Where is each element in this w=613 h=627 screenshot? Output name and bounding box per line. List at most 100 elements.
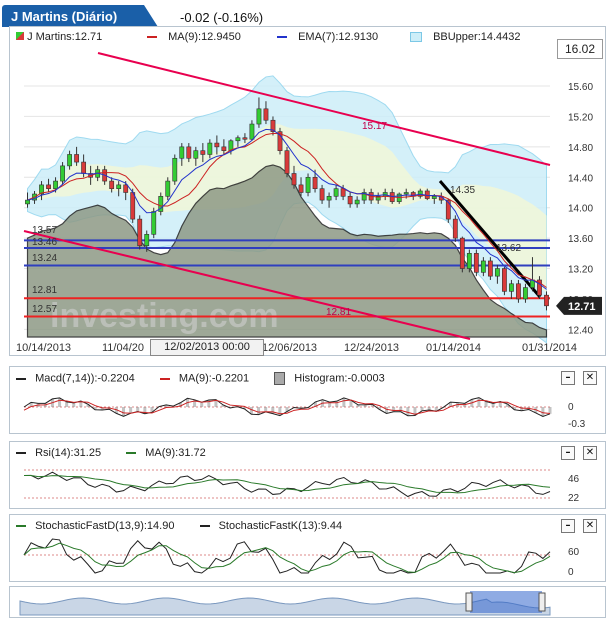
current-value-text: 16.02 [564,42,596,56]
x-tick-label: 01/14/2014 [426,342,481,354]
candle-body [172,157,178,182]
y-tick-label: 14.40 [568,173,593,184]
candle-body [459,237,465,269]
macd-panel[interactable]: Macd(7,14)):-0.2204 MA(9):-0.2201 Histog… [9,366,606,434]
y-tick-label: 15.60 [568,82,593,93]
candle-body [333,188,339,197]
instrument-title: J Martins (Diário) [11,9,118,24]
y-tick-label: 12.40 [568,325,593,336]
y-tick-label: 14.80 [568,143,593,154]
candle-body [179,146,185,159]
instrument-tab[interactable]: J Martins (Diário) [2,5,158,27]
candle-body [319,188,325,201]
legend-ema: EMA(7):12.9130 [277,31,378,43]
y-tick-label: 0 [568,567,574,578]
candle-body [200,150,206,155]
legend-bb-text: BBUpper:14.4432 [433,31,521,43]
annotation-label: 15.17 [362,121,387,132]
candle-body [487,260,493,277]
candle-body [130,192,136,220]
annotation-label: 13.24 [32,253,57,264]
y-tick-label: 14.00 [568,204,593,215]
annotation-label: 13.62 [496,243,521,254]
candle-body [123,184,129,193]
candle-body [347,195,353,205]
main-chart-panel[interactable]: 15.6015.2014.8014.4014.0013.6013.2012.80… [9,26,606,356]
candle-body [312,176,318,189]
candle-body [523,287,528,300]
candle-body [354,199,360,205]
price-change: -0.02 (-0.16%) [180,10,264,25]
current-value-box: 16.02 [557,39,603,59]
navigator-panel[interactable] [9,586,606,618]
rsi-panel[interactable]: Rsi(14):31.25 MA(9):31.72 – ✕ 46 22 [9,441,606,509]
candle-body [137,218,143,247]
candle-body [263,108,269,121]
stoch-d-line [23,542,551,574]
y-tick-label: -0.3 [568,419,586,430]
legend-ema-text: EMA(7):12.9130 [298,31,379,43]
candle-body [109,180,115,189]
legend-price: J Martins:12.71 [16,31,102,43]
candle-body [235,137,241,142]
candle-body [81,161,87,174]
bb-swatch-icon [410,32,422,43]
candle-body [74,154,80,163]
candle-body [151,211,157,235]
price-chart[interactable]: 15.6015.2014.8014.4014.0013.6013.2012.80… [10,27,605,355]
candle-body [431,195,437,199]
candle-body [221,146,227,151]
candle-body [256,108,262,125]
candle-body [480,260,486,273]
candle-body [466,253,472,269]
candle-body [214,142,220,148]
candle-body [502,268,507,292]
candle-body [326,195,332,201]
legend-price-text: J Martins:12.71 [27,31,103,43]
y-tick-label: 13.60 [568,234,593,245]
annotation-label: 14.35 [450,185,475,196]
candle-body [298,184,304,193]
candle-body [403,192,409,195]
price-swatch-icon [16,32,24,40]
ma-swatch-icon [147,36,157,39]
navigator-left-handle [465,592,473,612]
candle-body [305,176,311,193]
x-tick-label: 01/31/2014 [522,342,577,354]
y-tick-label: 0 [568,402,574,413]
candle-body [494,268,500,277]
stoch-k-line [23,538,551,574]
navigator-chart[interactable] [10,587,605,617]
x-tick-label: 10/14/2013 [16,342,71,354]
stochastic-chart: 60 0 [23,538,580,578]
crosshair-date-text: 12/02/2013 00:00 [164,341,250,353]
tab-corner-icon [144,5,158,27]
last-price-label: 12.71 [568,301,596,313]
candle-body [46,184,51,189]
candle-body [25,199,30,205]
rsi-chart: 46 22 [23,469,580,504]
y-tick-label: 15.20 [568,112,593,123]
stochastic-panel[interactable]: StochasticFastD(13,9):14.90 StochasticFa… [9,514,606,582]
candle-body [452,218,458,239]
annotation-label: 12.57 [32,304,57,315]
rsi-line [23,471,551,498]
candle-body [544,294,549,307]
candle-body [186,146,192,159]
annotation-label: 13.46 [32,237,57,248]
annotation-label: 12.81 [326,307,351,318]
annotation-label: 12.81 [32,285,57,296]
candle-body [60,165,65,182]
legend-bb: BBUpper:14.4432 [410,31,521,43]
candle-body [249,123,255,140]
candle-body [165,180,171,197]
annotation-label: 13.57 [32,225,57,236]
candle-body [207,142,213,155]
legend-ma-text: MA(9):12.9450 [168,31,241,43]
macd-chart: 0 -0.3 [23,397,586,430]
candle-body [193,150,199,159]
navigator-selection [470,591,542,613]
candle-body [516,283,521,300]
x-tick-label: 12/06/2013 [262,342,317,354]
crosshair-date-label: 12/02/2013 00:00 [150,339,264,356]
